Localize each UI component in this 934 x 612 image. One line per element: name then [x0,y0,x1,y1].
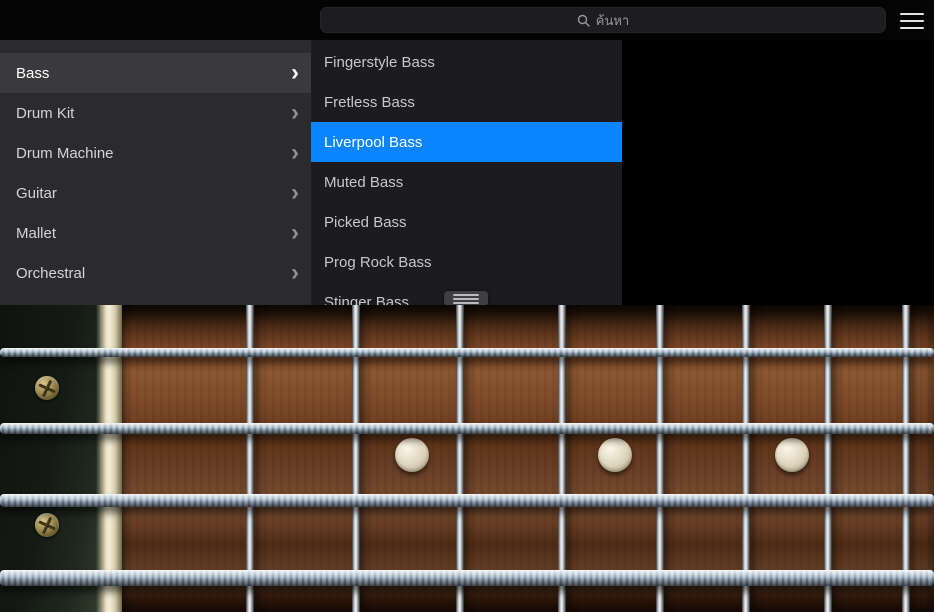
screw [35,376,59,400]
chevron-right-icon: › [291,59,299,86]
preset-item-fingerstyle-bass[interactable]: Fingerstyle Bass [311,42,622,82]
preset-label: Fretless Bass [324,93,415,111]
chevron-right-icon: › [291,259,299,286]
instrument-picker: Bass › Drum Kit › Drum Machine › Guitar … [0,40,934,305]
preset-list: Fingerstyle Bass Fretless Bass Liverpool… [311,40,622,305]
hamburger-menu-icon[interactable] [900,13,924,29]
category-label: Drum Kit [16,104,75,122]
category-label: Mallet [16,224,57,242]
preset-item-prog-rock-bass[interactable]: Prog Rock Bass [311,242,622,282]
search-input[interactable]: ค้นหา [320,7,886,33]
preset-label: Prog Rock Bass [324,253,432,271]
preset-item-picked-bass[interactable]: Picked Bass [311,202,622,242]
preset-label: Liverpool Bass [324,133,423,151]
preset-item-liverpool-bass[interactable]: Liverpool Bass [311,122,622,162]
category-item-bass[interactable]: Bass › [0,53,311,93]
drag-handle[interactable] [444,291,488,305]
garageband-window: ค้นหา Bass › Drum Kit › Drum Machine › G… [0,0,934,612]
bass-fretboard[interactable] [0,305,934,612]
bass-string-2[interactable] [0,422,934,434]
hamburger-line [900,27,924,29]
drag-handle-line [453,301,479,304]
chevron-right-icon: › [291,139,299,166]
category-item-orchestral[interactable]: Orchestral › [0,253,311,293]
category-item-guitar[interactable]: Guitar › [0,173,311,213]
chevron-right-icon: › [291,99,299,126]
category-label: Guitar [16,184,57,202]
fret-marker-dot [598,438,632,472]
fret-marker-dot [775,438,809,472]
search-icon [577,14,590,27]
bass-string-3[interactable] [0,493,934,507]
preset-label: Picked Bass [324,213,407,231]
preset-item-muted-bass[interactable]: Muted Bass [311,162,622,202]
hamburger-line [900,20,924,22]
category-item-drum-kit[interactable]: Drum Kit › [0,93,311,133]
search-placeholder: ค้นหา [595,12,630,28]
preset-label: Stinger Bass [324,293,410,306]
preset-item-fretless-bass[interactable]: Fretless Bass [311,82,622,122]
screw [35,513,59,537]
category-list: Bass › Drum Kit › Drum Machine › Guitar … [0,40,311,305]
top-toolbar: ค้นหา [0,0,934,40]
chevron-right-icon: › [291,219,299,246]
bass-string-4[interactable] [0,570,934,586]
drag-handle-line [453,297,479,300]
category-item-mallet[interactable]: Mallet › [0,213,311,253]
category-label: Drum Machine [16,144,114,162]
category-label: Orchestral [16,264,86,282]
bass-string-1[interactable] [0,347,934,357]
preset-label: Fingerstyle Bass [324,53,435,71]
fret-marker-dot [395,438,429,472]
category-item-drum-machine[interactable]: Drum Machine › [0,133,311,173]
drag-handle-line [453,293,479,296]
chevron-right-icon: › [291,179,299,206]
category-label: Bass [16,64,50,82]
hamburger-line [900,13,924,15]
preset-label: Muted Bass [324,173,404,191]
